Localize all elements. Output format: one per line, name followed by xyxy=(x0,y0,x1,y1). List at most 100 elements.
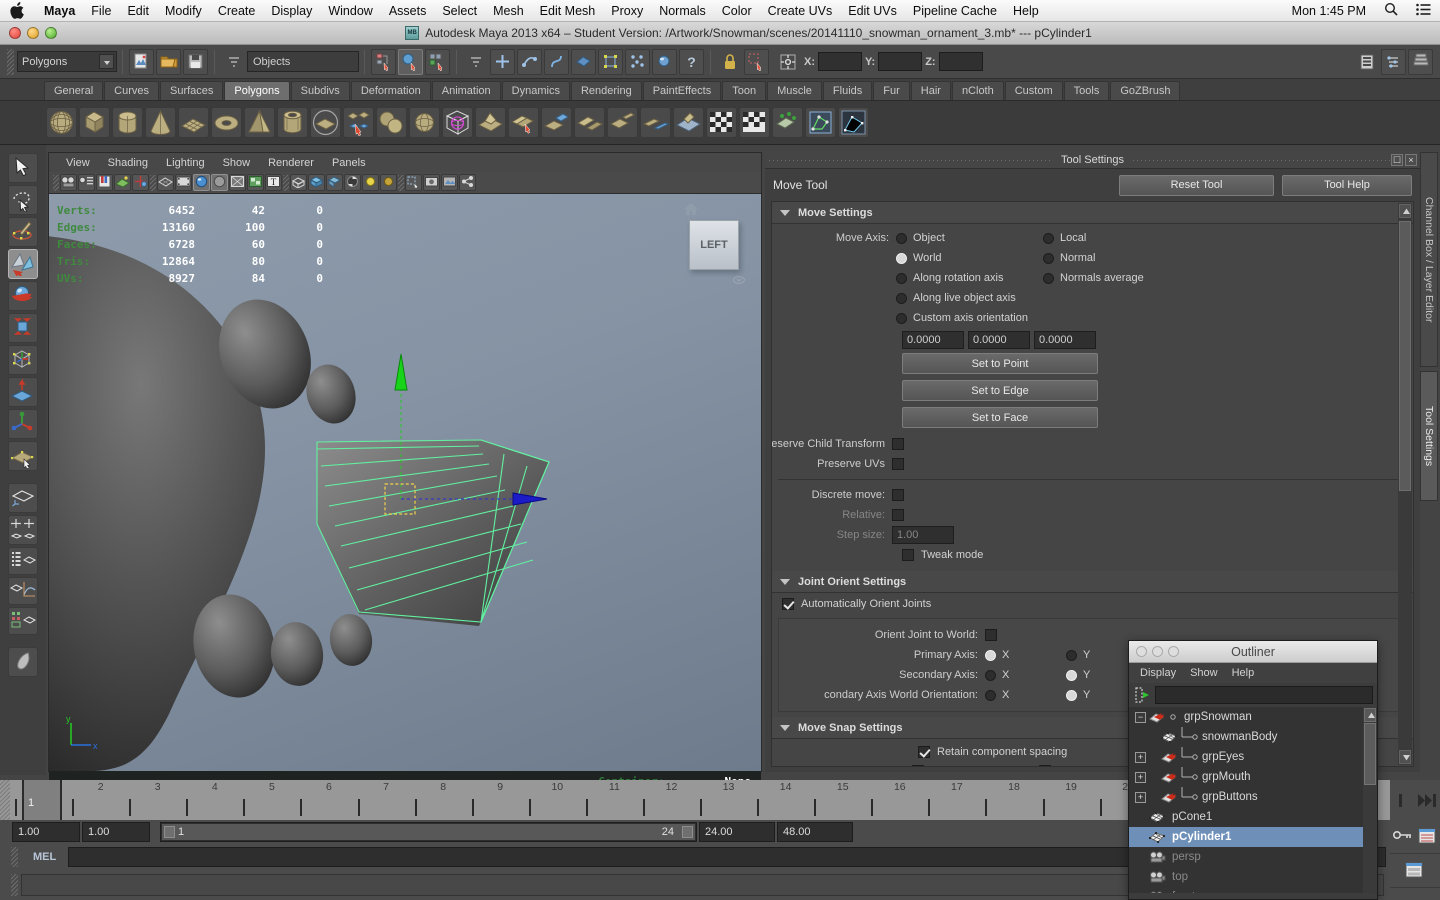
orient-joint-to-world-checkbox[interactable] xyxy=(985,629,997,641)
os-menu-item-maya[interactable]: Maya xyxy=(36,4,83,18)
component-mask-menu-icon[interactable] xyxy=(463,49,488,75)
show-attribute-editor-icon[interactable] xyxy=(1354,49,1379,75)
menu-set-selector[interactable]: Polygons xyxy=(17,51,117,72)
layout-persp-graph[interactable] xyxy=(8,577,38,605)
panel-window-buttons[interactable]: ☐ × xyxy=(1391,154,1417,166)
outliner-scrollbar[interactable] xyxy=(1363,707,1377,893)
poly-sphere-icon[interactable] xyxy=(46,107,77,138)
poly-type-icon[interactable] xyxy=(343,107,374,138)
soft-modification-tool[interactable] xyxy=(8,377,38,407)
select-by-hierarchy-button[interactable] xyxy=(371,48,396,75)
os-menu-item-window[interactable]: Window xyxy=(320,4,380,18)
flat-shade-icon[interactable] xyxy=(211,174,228,191)
shelf-tab-fur[interactable]: Fur xyxy=(873,81,910,100)
restore-window-icon[interactable]: ☐ xyxy=(1391,154,1403,166)
show-tool-settings-icon[interactable] xyxy=(1381,48,1406,75)
viewport-menu-renderer[interactable]: Renderer xyxy=(259,157,323,169)
close-window-button[interactable] xyxy=(9,27,21,39)
secondary-world-radio-y[interactable] xyxy=(1066,689,1077,701)
view-cube[interactable]: LEFT xyxy=(689,220,739,270)
tab-tool-settings[interactable]: Tool Settings xyxy=(1420,371,1438,501)
shelf-tab-curves[interactable]: Curves xyxy=(104,81,159,100)
radio-world[interactable] xyxy=(896,252,907,264)
selection-mask-field[interactable]: Objects xyxy=(247,51,359,72)
uv-snapshot-icon[interactable] xyxy=(772,107,803,138)
poly-bevel-icon[interactable] xyxy=(508,107,539,138)
select-tool-indicator[interactable] xyxy=(744,48,769,75)
xray-joints-icon[interactable] xyxy=(326,174,343,191)
shelf-tab-general[interactable]: General xyxy=(44,81,104,100)
list-icon[interactable] xyxy=(1407,3,1440,19)
reset-tool-button[interactable]: Reset Tool xyxy=(1119,174,1274,196)
outliner-row-front[interactable]: front xyxy=(1129,887,1377,893)
current-time-indicator[interactable]: 1 xyxy=(22,780,62,820)
help-icon[interactable]: ? xyxy=(679,48,704,75)
retain-component-spacing-checkbox[interactable] xyxy=(918,745,930,758)
uv-checker-icon[interactable] xyxy=(706,107,737,138)
render-globals-button[interactable] xyxy=(652,48,677,75)
secondary-axis-radio-x[interactable] xyxy=(985,669,996,681)
texture-display-icon[interactable] xyxy=(247,174,264,191)
expand-icon[interactable]: + xyxy=(1135,791,1146,803)
layout-single-perspective[interactable] xyxy=(8,483,38,513)
save-scene-button[interactable] xyxy=(183,48,208,75)
auto-orient-joints-checkbox[interactable] xyxy=(782,597,794,610)
primary-axis-radio-x[interactable] xyxy=(985,649,996,661)
outliner-row-grpSnowman[interactable]: − grpSnowman xyxy=(1129,707,1377,727)
select-by-component-type-button[interactable] xyxy=(425,48,450,75)
layout-outliner-persp[interactable] xyxy=(8,547,38,575)
camera-select-icon[interactable] xyxy=(60,174,77,191)
viewport-3d[interactable]: Verts: 6452 42 0 Edges: 13160 100 0 Face… xyxy=(49,194,761,771)
text-display-icon[interactable]: T xyxy=(265,174,282,191)
shelf-tab-ncloth[interactable]: nCloth xyxy=(951,81,1004,100)
vertex-checkbox[interactable] xyxy=(1039,764,1051,766)
os-menu-item-pipeline-cache[interactable]: Pipeline Cache xyxy=(905,4,1005,18)
wireframe-on-shaded-icon[interactable] xyxy=(229,174,246,191)
shelf-tab-surfaces[interactable]: Surfaces xyxy=(159,81,224,100)
snap-to-projected-center-button[interactable] xyxy=(571,48,596,75)
tool-help-button[interactable]: Tool Help xyxy=(1282,174,1412,196)
scale-tool[interactable] xyxy=(8,313,38,343)
custom-axis-y-input[interactable]: 0.0000 xyxy=(968,331,1030,349)
poly-plane-icon[interactable] xyxy=(178,107,209,138)
secondary-world-radio-x[interactable] xyxy=(985,689,996,701)
animation-preferences-icon[interactable] xyxy=(1418,828,1438,846)
animation-start-input[interactable]: 1.00 xyxy=(12,822,80,842)
move-tool[interactable] xyxy=(8,249,38,279)
shelf-tab-deformation[interactable]: Deformation xyxy=(350,81,431,100)
status-line-grip[interactable] xyxy=(7,48,14,75)
os-menu-item-edit-mesh[interactable]: Edit Mesh xyxy=(532,4,604,18)
select-by-object-type-button[interactable] xyxy=(398,48,423,75)
viewport-menu-show[interactable]: Show xyxy=(214,157,260,169)
outliner-row-top[interactable]: top xyxy=(1129,867,1377,887)
share-viewport-icon[interactable] xyxy=(459,174,476,191)
collapse-icon[interactable]: − xyxy=(1135,711,1146,723)
range-start-handle[interactable] xyxy=(164,826,175,838)
time-slider-grip[interactable] xyxy=(0,780,10,820)
poly-pyramid-icon[interactable] xyxy=(244,107,275,138)
os-menu-item-display[interactable]: Display xyxy=(263,4,320,18)
outliner-row-grpMouth[interactable]: + grpMouth xyxy=(1129,767,1377,787)
viewport-menu-lighting[interactable]: Lighting xyxy=(157,157,214,169)
go-to-end-icon[interactable] xyxy=(1396,793,1413,808)
poly-sculpt-icon[interactable] xyxy=(673,107,704,138)
smooth-shade-all-icon[interactable] xyxy=(193,174,210,191)
command-line-grip[interactable] xyxy=(11,847,18,867)
script-editor-icon[interactable] xyxy=(1405,862,1425,880)
chevron-down-icon[interactable] xyxy=(780,578,790,585)
os-menu-item-help[interactable]: Help xyxy=(1005,4,1047,18)
outliner-filter-icon[interactable] xyxy=(1133,686,1151,704)
shelf-tab-tools[interactable]: Tools xyxy=(1063,81,1110,100)
custom-axis-x-input[interactable]: 0.0000 xyxy=(902,331,964,349)
step-size-input[interactable]: 1.00 xyxy=(892,526,954,544)
custom-axis-z-input[interactable]: 0.0000 xyxy=(1034,331,1096,349)
radio-object[interactable] xyxy=(896,232,907,244)
last-tool-used[interactable] xyxy=(8,441,38,471)
joint-orient-settings-frame-header[interactable]: Joint Orient Settings xyxy=(772,571,1413,593)
poly-append-icon[interactable] xyxy=(574,107,605,138)
light-display-icon[interactable] xyxy=(362,174,379,191)
outliner-scroll-up-arrow[interactable] xyxy=(1364,708,1376,722)
shelf-tab-subdivs[interactable]: Subdivs xyxy=(290,81,350,100)
shelf-tab-toon[interactable]: Toon xyxy=(722,81,767,100)
feedback-grip[interactable] xyxy=(11,874,18,896)
